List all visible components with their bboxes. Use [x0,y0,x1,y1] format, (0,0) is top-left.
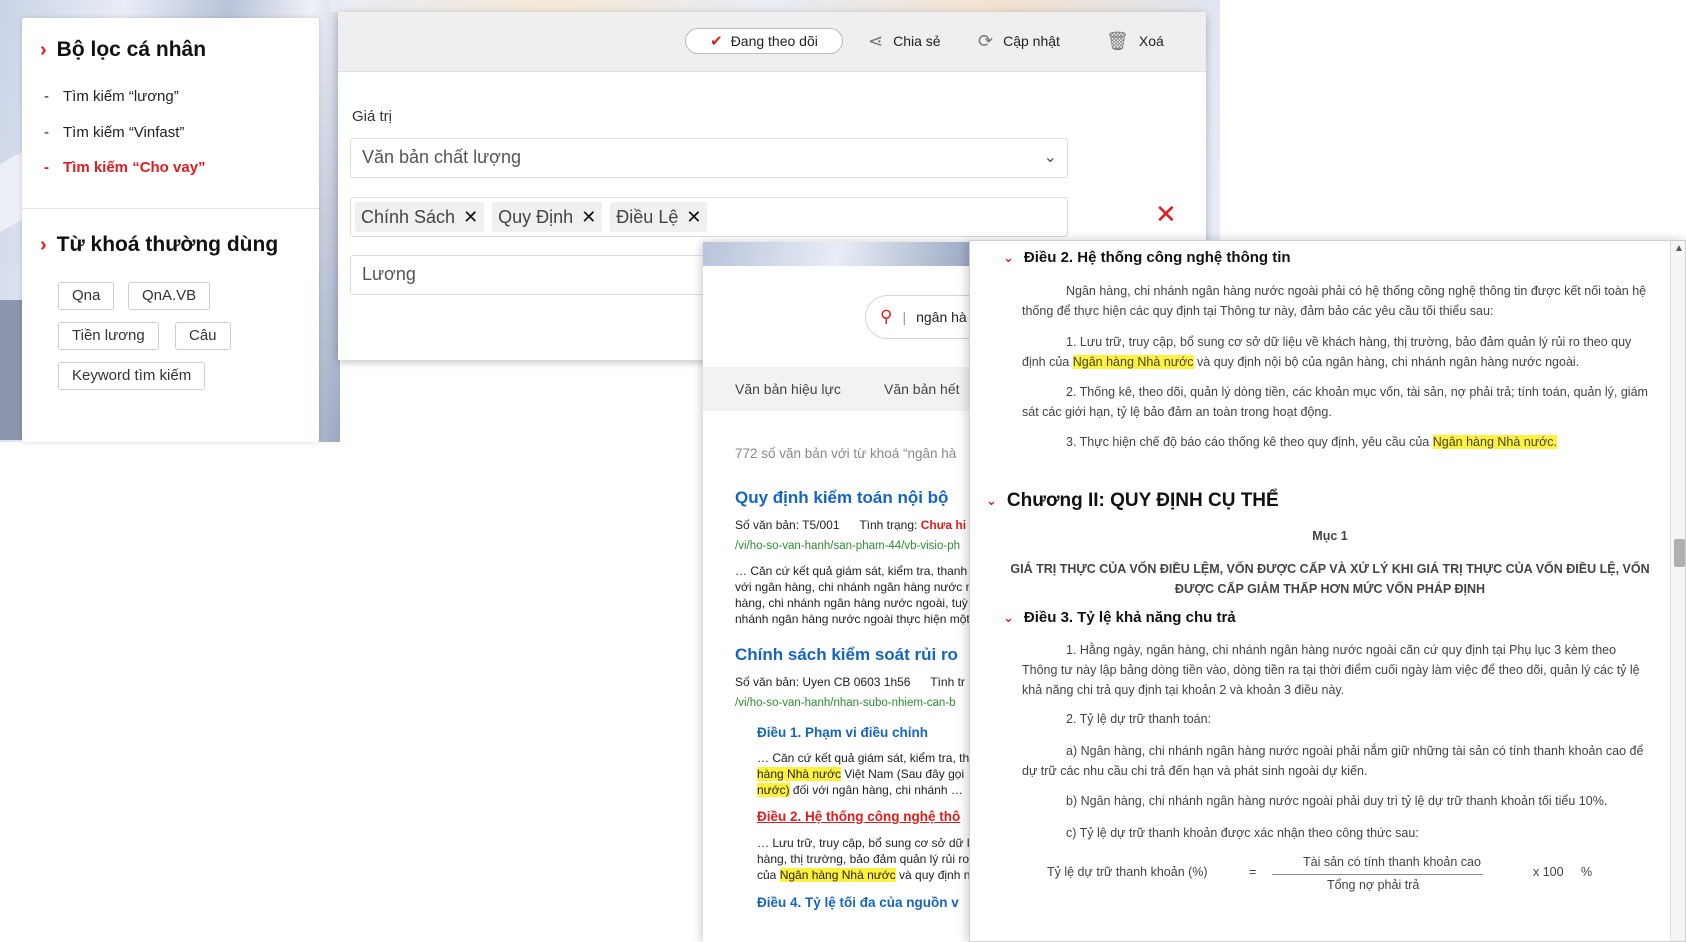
formula-left: Tỷ lệ dự trữ thanh khoản (%) [1047,865,1208,879]
result-title[interactable]: Chính sách kiểm soát rủi ro [735,645,958,665]
tag-chip: Chính Sách ✕ [355,202,485,232]
result-meta: Số văn bản: Uyen CB 0603 1h56 Tình tr [735,675,965,689]
tags-input[interactable]: Chính Sách ✕ Quy Định ✕ Điều Lệ ✕ [350,197,1068,237]
chevron-down-icon: ⌄ [986,493,997,508]
follow-button[interactable]: ✔ Đang theo dõi [685,28,843,54]
remove-tag-icon[interactable]: ✕ [463,207,478,228]
search-input[interactable]: ⚲ | ngân hà [865,295,973,339]
document-viewer: ▲ ⌄ Điều 2. Hệ thống công nghệ thông tin… [969,240,1686,942]
result-sub-snippet: … Căn cứ kết quả giám sát, kiểm tra, th … [757,751,970,797]
tab-effective-docs[interactable]: Văn bản hiệu lực [735,381,841,397]
doc-paragraph: c) Tỷ lệ dự trữ thanh khoản được xác nhậ… [1066,826,1419,840]
doc-paragraph: Ngân hàng, chi nhánh ngân hàng nước ngoà… [1022,284,1647,318]
share-icon: ⋖ [868,31,884,51]
doc-paragraph: 2. Tỷ lệ dự trữ thanh toán: [1066,712,1212,726]
fraction-line [1272,874,1483,875]
result-sub-title[interactable]: Điều 4. Tỷ lệ tối đa của nguồn v [757,895,959,910]
divider [22,208,319,209]
keyword-chip[interactable]: Câu [175,322,231,350]
filter-item-cho-vay[interactable]: - Tìm kiếm “Cho vay” [44,159,206,176]
chevron-right-icon: › [40,38,47,61]
search-icon: ⚲ [880,307,893,326]
result-title[interactable]: Quy định kiểm toán nội bộ [735,488,948,508]
results-header-background [703,242,973,266]
document-type-select[interactable]: Văn bản chất lượng ⌄ [350,138,1068,178]
result-count: 772 số văn bản với từ khoá “ngân hà [735,446,957,461]
result-tabs: Văn bản hiệu lực Văn bản hết [703,367,973,411]
keyword-chip[interactable]: Tiền lương [58,322,159,350]
search-results-panel: ⚲ | ngân hà Văn bản hiệu lực Văn bản hết… [703,242,973,942]
check-icon: ✔ [710,33,723,50]
result-sub-title[interactable]: Điều 1. Phạm vi điều chỉnh [757,725,928,740]
result-sub-title-active[interactable]: Điều 2. Hệ thống công nghệ thô [757,809,960,824]
trash-icon: 🗑 [1106,31,1129,51]
keyword-chip[interactable]: Qna [58,282,115,310]
article-2-heading[interactable]: ⌄ Điều 2. Hệ thống công nghệ thông tin [1003,249,1291,266]
tab-expired-docs[interactable]: Văn bản hết [884,381,960,397]
background-photo-top [330,0,1220,12]
filter-item-luong[interactable]: - Tìm kiếm “lương” [44,88,179,105]
result-sub-snippet: … Lưu trữ, truy cập, bổ sung cơ sở dữ li… [757,836,973,882]
value-label: Giá trị [352,108,393,125]
keyword-chip[interactable]: Keyword tìm kiếm [58,362,206,390]
chevron-down-icon: ⌄ [1003,609,1014,625]
chevron-down-icon: ⌄ [1043,149,1057,166]
chevron-right-icon: › [40,233,47,256]
remove-tag-icon[interactable]: ✕ [686,207,701,228]
chevron-down-icon: ⌄ [1003,249,1014,265]
clear-filter-icon[interactable]: ✕ [1155,199,1177,230]
filter-item-vinfast[interactable]: - Tìm kiếm “Vinfast” [44,124,184,141]
doc-paragraph: 2. Thống kê, theo dõi, quản lý dòng tiền… [1022,385,1648,419]
tag-chip: Quy Định ✕ [492,202,603,232]
section-label: Mục 1 [1312,529,1348,543]
delete-button[interactable]: 🗑 Xoá [1106,32,1164,50]
article-3-heading[interactable]: ⌄ Điều 3. Tỷ lệ khả năng chu trả [1003,609,1236,626]
scrollbar[interactable]: ▲ [1670,241,1685,941]
doc-paragraph: 1. Lưu trữ, truy cập, bổ sung cơ sở dữ l… [1022,335,1632,369]
result-link[interactable]: /vi/ho-so-van-hanh/san-pham-44/vb-visio-… [735,540,960,552]
formula-percent: % [1581,865,1593,879]
scroll-up-icon[interactable]: ▲ [1674,243,1684,254]
personal-filter-card: › Bộ lọc cá nhân - Tìm kiếm “lương” - Tì… [22,18,319,442]
formula-numerator: Tài sản có tính thanh khoản cao [1303,855,1481,869]
formula-multiplier: x 100 [1533,865,1564,879]
result-meta: Số văn bản: T5/001 Tình trạng: Chưa hi [735,518,967,532]
formula-denominator: Tổng nợ phải trả [1327,878,1420,892]
select-value: Văn bản chất lượng [362,147,521,167]
toolbar: ✔ Đang theo dõi ⋖ Chia sẻ ⟳ Cập nhật 🗑 X… [338,12,1206,72]
personal-filter-title[interactable]: › Bộ lọc cá nhân [40,38,206,62]
doc-paragraph: b) Ngân hàng, chi nhánh ngân hàng nước n… [1066,794,1608,808]
result-snippet: … Căn cứ kết quả giám sát, kiểm tra, tha… [735,564,973,626]
result-link[interactable]: /vi/ho-so-van-hanh/nhan-subo-nhiem-can-b [735,697,956,709]
scroll-thumb[interactable] [1674,539,1685,567]
update-button[interactable]: ⟳ Cập nhật [978,32,1060,50]
doc-paragraph: 1. Hằng ngày, ngân hàng, chi nhánh ngân … [1022,643,1640,697]
share-button[interactable]: ⋖ Chia sẻ [868,32,941,50]
section-heading: GIÁ TRỊ THỰC CỦA VỐN ĐIỀU LỆM, VỐN ĐƯỢC … [1010,562,1650,596]
refresh-icon: ⟳ [978,31,994,51]
chapter-2-heading[interactable]: ⌄ Chương II: QUY ĐỊNH CỤ THỂ [986,490,1279,512]
doc-paragraph: a) Ngân hàng, chi nhánh ngân hàng nước n… [1022,744,1644,778]
remove-tag-icon[interactable]: ✕ [581,207,596,228]
keyword-chip[interactable]: QnA.VB [128,282,211,310]
doc-paragraph: 3. Thực hiện chế độ báo cáo thống kê the… [1066,435,1558,449]
formula-equals: = [1249,865,1257,879]
tag-chip: Điều Lệ ✕ [610,202,708,232]
keywords-title[interactable]: › Từ khoá thường dùng [40,233,278,257]
